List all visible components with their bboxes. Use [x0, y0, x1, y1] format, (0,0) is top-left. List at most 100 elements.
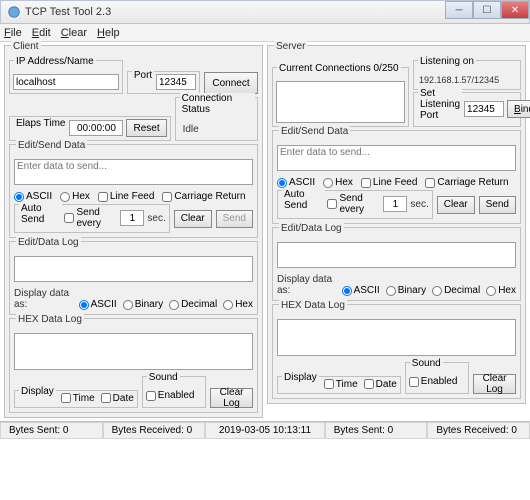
server-cr-check[interactable]: Carriage Return — [425, 177, 508, 188]
server-autosend-label: Auto Send — [282, 189, 325, 211]
client-sendevery-check[interactable]: Send every — [64, 207, 117, 229]
server-clearlog-button[interactable]: Clear Log — [473, 374, 516, 394]
client-legend: Client — [11, 41, 41, 52]
server-editsend: Edit/Send Data ASCII Hex Line Feed Carri… — [272, 130, 521, 224]
client-date-check[interactable]: Date — [101, 393, 134, 404]
elapsed-field: Elaps Time Reset — [9, 116, 171, 141]
server-enabled-check[interactable]: Enabled — [409, 376, 458, 387]
server-autosend: Auto Send Send every sec. — [277, 190, 433, 219]
elapsed-value — [69, 120, 123, 136]
server-send-button[interactable]: Send — [479, 196, 516, 214]
client-group: Client IP Address/Name Port Connect Elap… — [4, 45, 263, 418]
server-hexlog: HEX Data Log Display Time Date Sound Ena… — [272, 304, 521, 399]
server-sound-group: Sound Enabled — [405, 362, 469, 394]
window-title: TCP Test Tool 2.3 — [25, 6, 111, 18]
status-client-sent: Bytes Sent: 0 — [0, 422, 103, 439]
server-date-check[interactable]: Date — [364, 379, 397, 390]
client-clearlog-button[interactable]: Clear Log — [210, 388, 253, 408]
client-datalog: Edit/Data Log Display data as: ASCII Bin… — [9, 241, 258, 315]
close-button[interactable]: ✕ — [501, 1, 529, 19]
setport-label: Set Listening Port — [418, 88, 462, 121]
server-log-decimal[interactable]: Decimal — [432, 285, 480, 296]
listening-field: Listening on 192.168.1.57/12345 — [413, 60, 521, 90]
client-log-hex[interactable]: Hex — [223, 299, 253, 310]
minimize-button[interactable]: ─ — [445, 1, 473, 19]
menu-file[interactable]: File — [4, 27, 22, 39]
ip-field: IP Address/Name — [9, 60, 123, 94]
client-display-label: Display — [19, 386, 56, 402]
server-log-hex[interactable]: Hex — [486, 285, 516, 296]
server-displayas-label: Display data as: — [277, 274, 336, 296]
server-send-textarea[interactable] — [277, 145, 516, 171]
client-display-group: Display Time Date — [14, 390, 138, 408]
port-label: Port — [132, 70, 154, 81]
status-timestamp: 2019-03-05 10:13:11 — [205, 422, 325, 439]
client-hex-radio[interactable]: Hex — [60, 191, 90, 202]
client-every-input[interactable] — [120, 210, 144, 226]
server-sec-label: sec. — [410, 199, 428, 210]
port-input[interactable] — [156, 74, 196, 90]
client-enabled-check[interactable]: Enabled — [146, 390, 195, 401]
menu-help[interactable]: Help — [97, 27, 120, 39]
status-server-recv: Bytes Received: 0 — [427, 422, 530, 439]
client-lf-check[interactable]: Line Feed — [98, 191, 154, 202]
server-legend: Server — [274, 41, 307, 52]
client-sound-group: Sound Enabled — [142, 376, 206, 408]
setport-input[interactable] — [464, 101, 504, 117]
server-hex-radio[interactable]: Hex — [323, 177, 353, 188]
listening-value: 192.168.1.57/12345 — [417, 74, 517, 86]
server-display-label: Display — [282, 372, 319, 388]
client-ascii-radio[interactable]: ASCII — [14, 191, 52, 202]
ip-input[interactable] — [13, 74, 119, 90]
client-displayas-label: Display data as: — [14, 288, 73, 310]
client-hexlog-text[interactable] — [14, 333, 253, 370]
client-autosend-label: Auto Send — [19, 203, 62, 225]
client-log-binary[interactable]: Binary — [123, 299, 163, 310]
server-time-check[interactable]: Time — [324, 379, 358, 390]
client-autosend: Auto Send Send every sec. — [14, 204, 170, 233]
maximize-button[interactable]: ☐ — [473, 1, 501, 19]
server-sendevery-check[interactable]: Send every — [327, 193, 380, 215]
client-send-button[interactable]: Send — [216, 210, 253, 228]
server-sound-label: Sound — [410, 358, 443, 369]
client-hexlog: HEX Data Log Display Time Date Sound Ena… — [9, 318, 258, 413]
setport-field: Set Listening Port Bind — [413, 92, 521, 127]
client-clear-button[interactable]: Clear — [174, 210, 212, 228]
connect-button[interactable]: Connect — [204, 72, 258, 94]
server-editsend-legend: Edit/Send Data — [279, 126, 350, 137]
elapsed-label: Elaps Time — [14, 118, 67, 129]
client-time-check[interactable]: Time — [61, 393, 95, 404]
server-datalog: Edit/Data Log Display data as: ASCII Bin… — [272, 227, 521, 301]
menu-edit[interactable]: Edit — [32, 27, 51, 39]
server-log-binary[interactable]: Binary — [386, 285, 426, 296]
conn-listbox[interactable] — [276, 81, 405, 123]
server-hexlog-text[interactable] — [277, 319, 516, 356]
menu-clear[interactable]: Clear — [61, 27, 87, 39]
bind-button[interactable]: Bind — [507, 100, 530, 118]
server-clear-button[interactable]: Clear — [437, 196, 475, 214]
client-sec-label: sec. — [147, 213, 165, 224]
ip-label: IP Address/Name — [14, 56, 96, 67]
client-sound-label: Sound — [147, 372, 180, 383]
server-every-input[interactable] — [383, 196, 407, 212]
server-log-ascii[interactable]: ASCII — [342, 285, 380, 296]
server-ascii-radio[interactable]: ASCII — [277, 177, 315, 188]
server-lf-check[interactable]: Line Feed — [361, 177, 417, 188]
client-log-ascii[interactable]: ASCII — [79, 299, 117, 310]
cur-conn-field: Current Connections 0/250 — [272, 67, 409, 127]
server-datalog-text[interactable] — [277, 242, 516, 268]
client-datalog-legend: Edit/Data Log — [16, 237, 81, 248]
conn-status-field: Connection Status Idle — [175, 97, 258, 141]
client-send-textarea[interactable] — [14, 159, 253, 185]
client-log-decimal[interactable]: Decimal — [169, 299, 217, 310]
conn-status-value: Idle — [179, 122, 254, 137]
client-datalog-text[interactable] — [14, 256, 253, 282]
server-group: Server Current Connections 0/250 Listeni… — [267, 45, 526, 404]
reset-button[interactable]: Reset — [126, 119, 166, 137]
server-datalog-legend: Edit/Data Log — [279, 223, 344, 234]
client-cr-check[interactable]: Carriage Return — [162, 191, 245, 202]
status-bar: Bytes Sent: 0 Bytes Received: 0 2019-03-… — [0, 421, 530, 439]
client-editsend-legend: Edit/Send Data — [16, 140, 87, 151]
client-editsend: Edit/Send Data ASCII Hex Line Feed Carri… — [9, 144, 258, 238]
menu-bar: File Edit Clear Help — [0, 24, 530, 42]
